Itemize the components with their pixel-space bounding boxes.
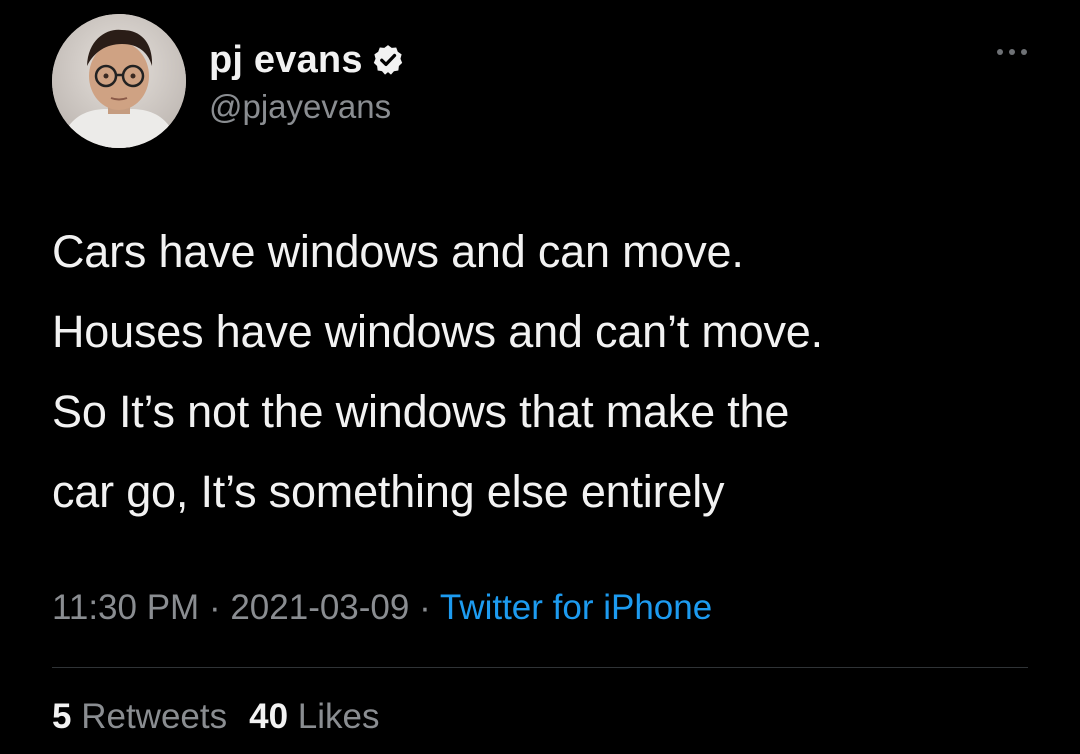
retweets-stat[interactable]: 5 Retweets: [52, 697, 227, 736]
tweet-text-line: So It’s not the windows that make the: [52, 386, 790, 437]
likes-count: 40: [249, 697, 289, 736]
likes-label: Likes: [297, 697, 380, 736]
retweets-count: 5: [52, 697, 72, 736]
tweet-stats: 5 Retweets 40 Likes: [52, 697, 380, 737]
tweet-text-line: Cars have windows and can move.: [52, 226, 744, 277]
profile-photo-icon: [52, 14, 186, 148]
avatar[interactable]: [52, 14, 186, 148]
meta-separator: ·: [199, 588, 231, 627]
more-options-icon[interactable]: [992, 42, 1032, 62]
tweet-text-line: car go, It’s something else entirely: [52, 466, 725, 517]
display-name[interactable]: pj evans: [209, 39, 363, 82]
tweet-card: pj evans @pjayevans Cars have windows an…: [0, 0, 1080, 754]
display-name-row: pj evans: [209, 36, 405, 84]
verified-badge-icon: [371, 43, 405, 77]
tweet-date[interactable]: 2021-03-09: [230, 588, 409, 627]
handle[interactable]: @pjayevans: [209, 88, 405, 126]
tweet-header: pj evans @pjayevans: [52, 14, 1032, 150]
author-names: pj evans @pjayevans: [209, 36, 405, 126]
tweet-text: Cars have windows and can move. Houses h…: [52, 212, 1042, 532]
tweet-text-line: Houses have windows and can’t move.: [52, 306, 823, 357]
divider: [52, 667, 1028, 668]
tweet-meta: 11:30 PM · 2021-03-09 · Twitter for iPho…: [52, 588, 712, 628]
tweet-time[interactable]: 11:30 PM: [52, 588, 199, 627]
likes-stat[interactable]: 40 Likes: [249, 697, 379, 736]
tweet-source-link[interactable]: Twitter for iPhone: [440, 588, 712, 627]
meta-separator: ·: [409, 588, 440, 627]
retweets-label: Retweets: [81, 697, 228, 736]
